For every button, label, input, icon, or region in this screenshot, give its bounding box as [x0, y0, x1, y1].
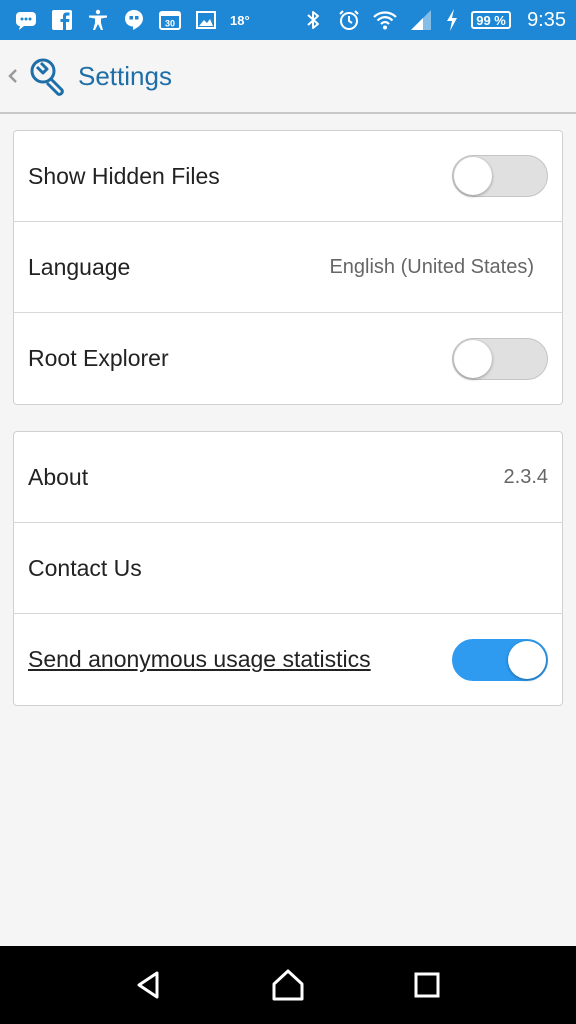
- status-bar: 30 18° 99 % 9:35: [0, 0, 576, 40]
- recents-icon[interactable]: [407, 965, 447, 1005]
- settings-group-info: About 2.3.4 Contact Us Send anonymous us…: [13, 431, 563, 706]
- image-icon: [194, 8, 218, 32]
- setting-label: Language: [28, 253, 131, 280]
- back-chevron-icon[interactable]: [6, 64, 20, 88]
- setting-contact-us[interactable]: Contact Us: [14, 523, 562, 614]
- toggle-knob: [454, 157, 492, 195]
- setting-usage-statistics[interactable]: Send anonymous usage statistics: [14, 614, 562, 705]
- chat-icon: [14, 8, 38, 32]
- wrench-search-icon[interactable]: [24, 54, 68, 98]
- back-icon[interactable]: [129, 965, 169, 1005]
- alarm-icon: [337, 8, 361, 32]
- show-hidden-files-toggle[interactable]: [452, 155, 548, 197]
- page-title: Settings: [78, 60, 172, 91]
- home-icon[interactable]: [268, 965, 308, 1005]
- accessibility-icon: [86, 8, 110, 32]
- battery-indicator: 99 %: [471, 11, 512, 29]
- svg-text:30: 30: [165, 19, 175, 29]
- usage-statistics-toggle[interactable]: [452, 638, 548, 681]
- setting-label: About: [28, 463, 89, 490]
- usage-statistics-link[interactable]: Send anonymous usage statistics: [28, 646, 371, 673]
- calendar-icon: 30: [158, 8, 182, 32]
- language-value: English (United States): [329, 255, 534, 278]
- settings-group-general: Show Hidden Files Language English (Unit…: [13, 130, 563, 405]
- clock-text: 9:35: [527, 8, 566, 31]
- version-value: 2.3.4: [503, 465, 548, 488]
- facebook-icon: [50, 8, 74, 32]
- app-bar: Settings: [0, 40, 576, 114]
- setting-show-hidden-files[interactable]: Show Hidden Files: [14, 131, 562, 222]
- status-bar-system: 99 % 9:35: [301, 8, 566, 32]
- toggle-knob: [454, 339, 492, 378]
- signal-icon: [409, 8, 433, 32]
- setting-label: Root Explorer: [28, 345, 169, 371]
- hangouts-icon: [122, 8, 146, 32]
- bluetooth-icon: [301, 8, 325, 32]
- setting-about[interactable]: About 2.3.4: [14, 432, 562, 523]
- navigation-bar: [0, 946, 576, 1024]
- wifi-icon: [373, 8, 397, 32]
- temperature-text: 18°: [230, 12, 250, 28]
- setting-language[interactable]: Language English (United States): [14, 222, 562, 313]
- toggle-knob: [508, 640, 546, 679]
- status-bar-notifications: 30 18°: [14, 8, 250, 32]
- root-explorer-toggle[interactable]: [452, 337, 548, 380]
- charging-icon: [445, 8, 459, 32]
- setting-label: Contact Us: [28, 554, 142, 581]
- setting-root-explorer[interactable]: Root Explorer: [14, 313, 562, 404]
- setting-label: Show Hidden Files: [28, 162, 220, 189]
